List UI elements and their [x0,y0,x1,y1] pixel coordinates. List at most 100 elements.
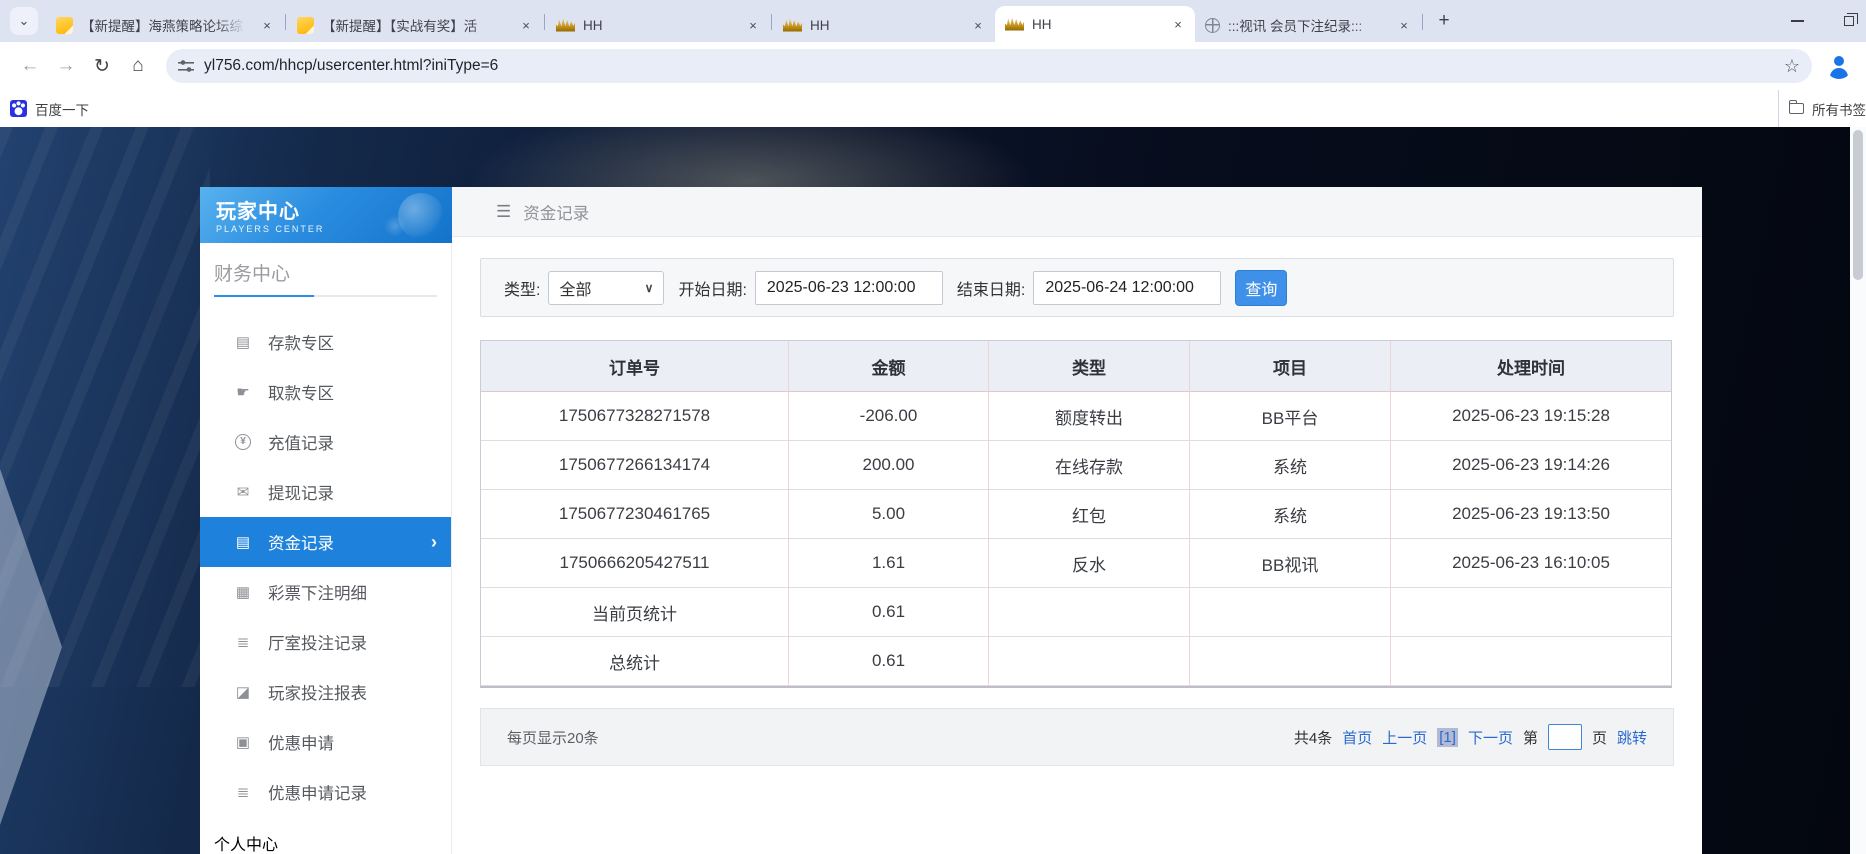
cell-time: 2025-06-23 19:15:28 [1391,392,1671,441]
cell-empty [1190,637,1391,686]
page-input-suffix: 页 [1592,727,1607,748]
site-settings-icon[interactable] [178,58,194,74]
column-header-type: 类型 [989,341,1190,392]
cell-page-total-label: 当前页统计 [481,588,789,637]
sidebar-item-label: 资金记录 [268,530,334,554]
browser-toolbar: ← → ↻ ⌂ yl756.com/hhcp/usercenter.html?i… [0,42,1866,90]
sidebar-item-promo-apply[interactable]: ▣ 优惠申请 [200,717,451,767]
page-background: 玩家中心 PLAYERS CENTER 财务中心 ▤ 存款专区 ☛ 取款专区 ¥… [0,127,1866,854]
type-select[interactable]: 全部 ∨ [548,271,664,305]
tab-title: HH [583,18,738,33]
sidebar-item-promo-apply-record[interactable]: ≣ 优惠申请记录 [200,767,451,817]
bookmark-star-icon[interactable]: ☆ [1784,56,1800,77]
chevron-down-icon: ∨ [645,281,654,295]
column-header-order-id: 订单号 [481,341,789,392]
baidu-paw-icon [10,100,27,117]
cell-empty [1391,637,1671,686]
jump-link[interactable]: 跳转 [1617,727,1647,748]
hamburger-icon[interactable]: ☰ [496,202,511,222]
scrollbar-thumb[interactable] [1853,130,1863,280]
tab-forum-1[interactable]: 【新提醒】海燕策略论坛综 × [46,8,284,42]
sidebar-item-label: 存款专区 [268,330,334,354]
minimize-button[interactable] [1791,20,1804,22]
tab-hh-active[interactable]: HH × [995,6,1195,42]
tab-hh-1[interactable]: HH × [546,8,770,42]
tab-strip: ⌄ 【新提醒】海燕策略论坛综 × 【新提醒】【实战有奖】活 × HH × HH … [0,0,1866,42]
sidebar-item-withdrawal-record[interactable]: ✉ 提现记录 [200,467,451,517]
close-icon[interactable]: × [744,16,762,34]
bookmark-label: 百度一下 [35,99,89,119]
money-bag-icon: ¥ [235,434,251,450]
sidebar-item-hall-bet-record[interactable]: ≣ 厅室投注记录 [200,617,451,667]
tab-forum-2[interactable]: 【新提醒】【实战有奖】活 × [287,8,543,42]
chart-icon: ◪ [233,683,253,701]
cell-type: 反水 [989,539,1190,588]
prev-page-link[interactable]: 上一页 [1382,727,1427,748]
sidebar-item-player-bet-report[interactable]: ◪ 玩家投注报表 [200,667,451,717]
close-icon[interactable]: × [1395,16,1413,34]
sidebar-item-lottery-bet-detail[interactable]: ▦ 彩票下注明细 [200,567,451,617]
tab-divider [544,14,545,30]
next-page-link[interactable]: 下一页 [1468,727,1513,748]
url-bar[interactable]: yl756.com/hhcp/usercenter.html?iniType=6… [166,49,1812,83]
bookmark-baidu[interactable]: 百度一下 [10,99,89,119]
per-page-label: 每页显示20条 [507,727,599,748]
page-title: 资金记录 [523,200,589,224]
home-button[interactable]: ⌂ [122,50,154,82]
tab-divider [1422,14,1423,30]
cell-order-id: 1750677266134174 [481,441,789,490]
cell-page-total-value: 0.61 [789,588,989,637]
back-icon: ← [21,55,40,77]
cell-amount: 200.00 [789,441,989,490]
page-scrollbar[interactable] [1850,127,1866,854]
hh-favicon [783,19,802,32]
close-icon[interactable]: × [969,16,987,34]
sidebar-menu: ▤ 存款专区 ☛ 取款专区 ¥ 充值记录 ✉ 提现记录 ▤ 资金记录 › ▦ [200,317,451,817]
all-bookmarks-button[interactable]: 所有书签 [1778,90,1866,127]
forward-button[interactable]: → [50,50,82,82]
tab-hh-2[interactable]: HH × [773,8,995,42]
pagination-bar: 每页显示20条 共4条 首页 上一页 [1] 下一页 第 页 跳转 [480,708,1674,766]
tab-video-records[interactable]: :::视讯 会员下注纪录::: × [1195,8,1421,42]
close-icon[interactable]: × [1169,15,1187,33]
background-wedge [0,469,62,825]
main-content: ☰ 资金记录 类型: 全部 ∨ 开始日期: 2025-06-23 12:00:0… [452,187,1702,854]
sidebar-item-label: 优惠申请记录 [268,780,367,804]
start-date-input[interactable]: 2025-06-23 12:00:00 [755,271,943,305]
cell-project: 系统 [1190,441,1391,490]
profile-avatar[interactable] [1826,53,1852,79]
cell-time: 2025-06-23 16:10:05 [1391,539,1671,588]
first-page-link[interactable]: 首页 [1342,727,1372,748]
tab-divider [285,14,286,30]
new-tab-button[interactable]: + [1430,7,1458,35]
sidebar-item-recharge-record[interactable]: ¥ 充值记录 [200,417,451,467]
reload-button[interactable]: ↻ [86,50,118,82]
cell-empty [989,637,1190,686]
sidebar-item-label: 取款专区 [268,380,334,404]
end-date-input[interactable]: 2025-06-24 12:00:00 [1033,271,1221,305]
url-text[interactable]: yl756.com/hhcp/usercenter.html?iniType=6 [204,57,1784,75]
cell-empty [989,588,1190,637]
sidebar-item-deposit[interactable]: ▤ 存款专区 [200,317,451,367]
restore-button[interactable] [1844,16,1854,26]
tab-search-button[interactable]: ⌄ [10,7,38,35]
reload-icon: ↻ [94,55,110,78]
cell-time: 2025-06-23 19:13:50 [1391,490,1671,539]
restore-icon [1844,16,1854,26]
search-button[interactable]: 查询 [1235,270,1287,306]
sidebar-item-funds-record[interactable]: ▤ 资金记录 › [200,517,451,567]
tab-title: 【新提醒】【实战有奖】活 [322,15,511,35]
sidebar-item-withdraw[interactable]: ☛ 取款专区 [200,367,451,417]
cell-amount: 1.61 [789,539,989,588]
page-number-input[interactable] [1548,724,1582,750]
column-header-amount: 金额 [789,341,989,392]
sidebar-item-label: 充值记录 [268,430,334,454]
page-input-prefix: 第 [1523,727,1538,748]
close-icon[interactable]: × [258,16,276,34]
end-date-label: 结束日期: [957,276,1025,300]
back-button[interactable]: ← [14,50,46,82]
all-bookmarks-label: 所有书签 [1812,99,1866,119]
cell-empty [1391,588,1671,637]
section-finance: 财务中心 [200,243,451,297]
close-icon[interactable]: × [517,16,535,34]
